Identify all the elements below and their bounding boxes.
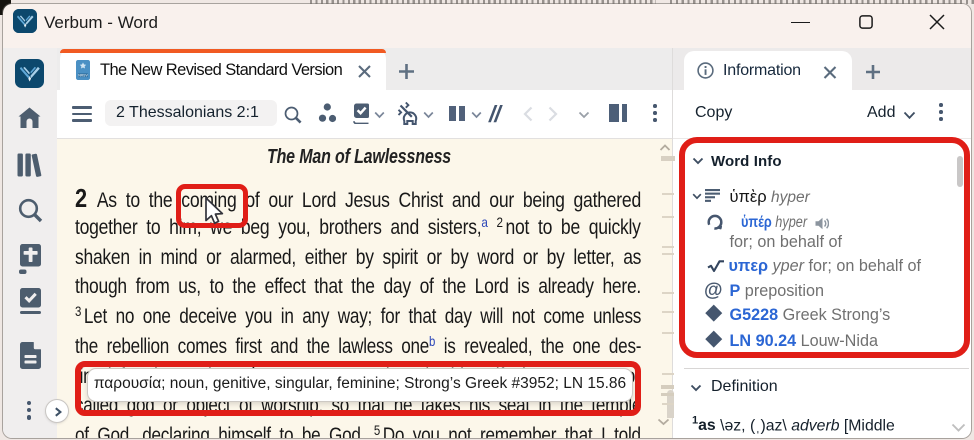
svg-text:NRSV: NRSV xyxy=(78,74,88,78)
